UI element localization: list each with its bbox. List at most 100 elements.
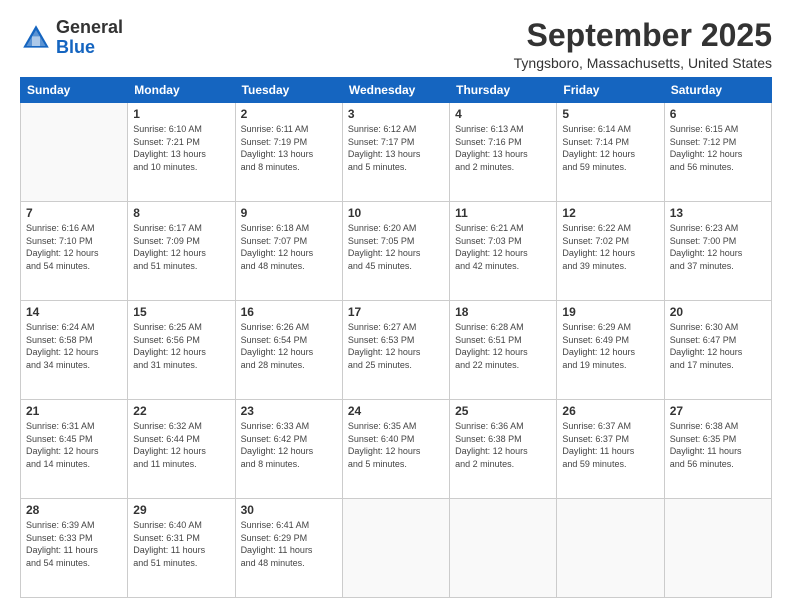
day-number: 15 <box>133 305 229 319</box>
day-info: Sunrise: 6:23 AM Sunset: 7:00 PM Dayligh… <box>670 222 766 272</box>
day-info: Sunrise: 6:40 AM Sunset: 6:31 PM Dayligh… <box>133 519 229 569</box>
day-number: 13 <box>670 206 766 220</box>
day-info: Sunrise: 6:27 AM Sunset: 6:53 PM Dayligh… <box>348 321 444 371</box>
table-row <box>664 499 771 598</box>
calendar-week-row: 1 Sunrise: 6:10 AM Sunset: 7:21 PM Daylig… <box>21 103 772 202</box>
table-row: 5 Sunrise: 6:14 AM Sunset: 7:14 PM Daylig… <box>557 103 664 202</box>
day-number: 11 <box>455 206 551 220</box>
day-number: 3 <box>348 107 444 121</box>
day-number: 24 <box>348 404 444 418</box>
calendar-week-row: 21Sunrise: 6:31 AM Sunset: 6:45 PM Dayli… <box>21 400 772 499</box>
day-info: Sunrise: 6:36 AM Sunset: 6:38 PM Dayligh… <box>455 420 551 470</box>
day-info: Sunrise: 6:25 AM Sunset: 6:56 PM Dayligh… <box>133 321 229 371</box>
calendar-week-row: 28 Sunrise: 6:39 AM Sunset: 6:33 PM Dayli… <box>21 499 772 598</box>
day-number: 21 <box>26 404 122 418</box>
day-info: Sunrise: 6:30 AM Sunset: 6:47 PM Dayligh… <box>670 321 766 371</box>
day-number: 8 <box>133 206 229 220</box>
day-info: Sunrise: 6:13 AM Sunset: 7:16 PM Dayligh… <box>455 123 551 173</box>
table-row: 29 Sunrise: 6:40 AM Sunset: 6:31 PM Dayli… <box>128 499 235 598</box>
page: General Blue September 2025 Tyngsboro, M… <box>0 0 792 612</box>
table-row: 21Sunrise: 6:31 AM Sunset: 6:45 PM Dayli… <box>21 400 128 499</box>
day-info: Sunrise: 6:10 AM Sunset: 7:21 PM Dayligh… <box>133 123 229 173</box>
month-title: September 2025 <box>514 18 772 53</box>
table-row: 7 Sunrise: 6:16 AM Sunset: 7:10 PM Daylig… <box>21 202 128 301</box>
day-info: Sunrise: 6:24 AM Sunset: 6:58 PM Dayligh… <box>26 321 122 371</box>
day-info: Sunrise: 6:35 AM Sunset: 6:40 PM Dayligh… <box>348 420 444 470</box>
table-row: 8 Sunrise: 6:17 AM Sunset: 7:09 PM Daylig… <box>128 202 235 301</box>
day-info: Sunrise: 6:28 AM Sunset: 6:51 PM Dayligh… <box>455 321 551 371</box>
day-number: 2 <box>241 107 337 121</box>
title-area: September 2025 Tyngsboro, Massachusetts,… <box>514 18 772 71</box>
day-info: Sunrise: 6:26 AM Sunset: 6:54 PM Dayligh… <box>241 321 337 371</box>
table-row: 14 Sunrise: 6:24 AM Sunset: 6:58 PM Dayli… <box>21 301 128 400</box>
day-number: 5 <box>562 107 658 121</box>
day-number: 7 <box>26 206 122 220</box>
table-row: 17 Sunrise: 6:27 AM Sunset: 6:53 PM Dayli… <box>342 301 449 400</box>
day-number: 10 <box>348 206 444 220</box>
day-number: 17 <box>348 305 444 319</box>
day-number: 14 <box>26 305 122 319</box>
day-number: 12 <box>562 206 658 220</box>
table-row: 19 Sunrise: 6:29 AM Sunset: 6:49 PM Dayli… <box>557 301 664 400</box>
calendar-table: Sunday Monday Tuesday Wednesday Thursday… <box>20 77 772 598</box>
day-number: 29 <box>133 503 229 517</box>
table-row: 9 Sunrise: 6:18 AM Sunset: 7:07 PM Daylig… <box>235 202 342 301</box>
day-info: Sunrise: 6:33 AM Sunset: 6:42 PM Dayligh… <box>241 420 337 470</box>
day-info: Sunrise: 6:20 AM Sunset: 7:05 PM Dayligh… <box>348 222 444 272</box>
day-number: 25 <box>455 404 551 418</box>
col-friday: Friday <box>557 78 664 103</box>
col-tuesday: Tuesday <box>235 78 342 103</box>
day-info: Sunrise: 6:18 AM Sunset: 7:07 PM Dayligh… <box>241 222 337 272</box>
day-number: 30 <box>241 503 337 517</box>
day-number: 27 <box>670 404 766 418</box>
day-number: 19 <box>562 305 658 319</box>
col-wednesday: Wednesday <box>342 78 449 103</box>
col-monday: Monday <box>128 78 235 103</box>
day-info: Sunrise: 6:21 AM Sunset: 7:03 PM Dayligh… <box>455 222 551 272</box>
logo-text: General Blue <box>56 18 123 58</box>
day-number: 1 <box>133 107 229 121</box>
day-info: Sunrise: 6:16 AM Sunset: 7:10 PM Dayligh… <box>26 222 122 272</box>
day-info: Sunrise: 6:38 AM Sunset: 6:35 PM Dayligh… <box>670 420 766 470</box>
table-row: 28 Sunrise: 6:39 AM Sunset: 6:33 PM Dayli… <box>21 499 128 598</box>
col-sunday: Sunday <box>21 78 128 103</box>
day-number: 16 <box>241 305 337 319</box>
table-row: 6 Sunrise: 6:15 AM Sunset: 7:12 PM Daylig… <box>664 103 771 202</box>
day-number: 28 <box>26 503 122 517</box>
table-row: 22 Sunrise: 6:32 AM Sunset: 6:44 PM Dayli… <box>128 400 235 499</box>
table-row: 26Sunrise: 6:37 AM Sunset: 6:37 PM Dayli… <box>557 400 664 499</box>
table-row: 11 Sunrise: 6:21 AM Sunset: 7:03 PM Dayli… <box>450 202 557 301</box>
day-number: 6 <box>670 107 766 121</box>
day-number: 18 <box>455 305 551 319</box>
table-row: 27 Sunrise: 6:38 AM Sunset: 6:35 PM Dayli… <box>664 400 771 499</box>
day-number: 9 <box>241 206 337 220</box>
col-saturday: Saturday <box>664 78 771 103</box>
calendar-header-row: Sunday Monday Tuesday Wednesday Thursday… <box>21 78 772 103</box>
day-number: 20 <box>670 305 766 319</box>
table-row: 18 Sunrise: 6:28 AM Sunset: 6:51 PM Dayli… <box>450 301 557 400</box>
table-row <box>342 499 449 598</box>
day-number: 22 <box>133 404 229 418</box>
table-row: 13 Sunrise: 6:23 AM Sunset: 7:00 PM Dayli… <box>664 202 771 301</box>
table-row: 16 Sunrise: 6:26 AM Sunset: 6:54 PM Dayli… <box>235 301 342 400</box>
day-info: Sunrise: 6:14 AM Sunset: 7:14 PM Dayligh… <box>562 123 658 173</box>
calendar-week-row: 7 Sunrise: 6:16 AM Sunset: 7:10 PM Daylig… <box>21 202 772 301</box>
day-info: Sunrise: 6:15 AM Sunset: 7:12 PM Dayligh… <box>670 123 766 173</box>
day-info: Sunrise: 6:39 AM Sunset: 6:33 PM Dayligh… <box>26 519 122 569</box>
table-row <box>21 103 128 202</box>
logo-general-text: General <box>56 18 123 38</box>
logo-area: General Blue <box>20 18 123 58</box>
table-row: 4 Sunrise: 6:13 AM Sunset: 7:16 PM Daylig… <box>450 103 557 202</box>
table-row: 15 Sunrise: 6:25 AM Sunset: 6:56 PM Dayli… <box>128 301 235 400</box>
day-info: Sunrise: 6:32 AM Sunset: 6:44 PM Dayligh… <box>133 420 229 470</box>
day-info: Sunrise: 6:22 AM Sunset: 7:02 PM Dayligh… <box>562 222 658 272</box>
logo-icon <box>20 22 52 54</box>
table-row: 20 Sunrise: 6:30 AM Sunset: 6:47 PM Dayli… <box>664 301 771 400</box>
table-row: 23Sunrise: 6:33 AM Sunset: 6:42 PM Dayli… <box>235 400 342 499</box>
day-info: Sunrise: 6:37 AM Sunset: 6:37 PM Dayligh… <box>562 420 658 470</box>
day-info: Sunrise: 6:17 AM Sunset: 7:09 PM Dayligh… <box>133 222 229 272</box>
day-number: 4 <box>455 107 551 121</box>
table-row: 2Sunrise: 6:11 AM Sunset: 7:19 PM Daylig… <box>235 103 342 202</box>
table-row <box>450 499 557 598</box>
day-info: Sunrise: 6:29 AM Sunset: 6:49 PM Dayligh… <box>562 321 658 371</box>
